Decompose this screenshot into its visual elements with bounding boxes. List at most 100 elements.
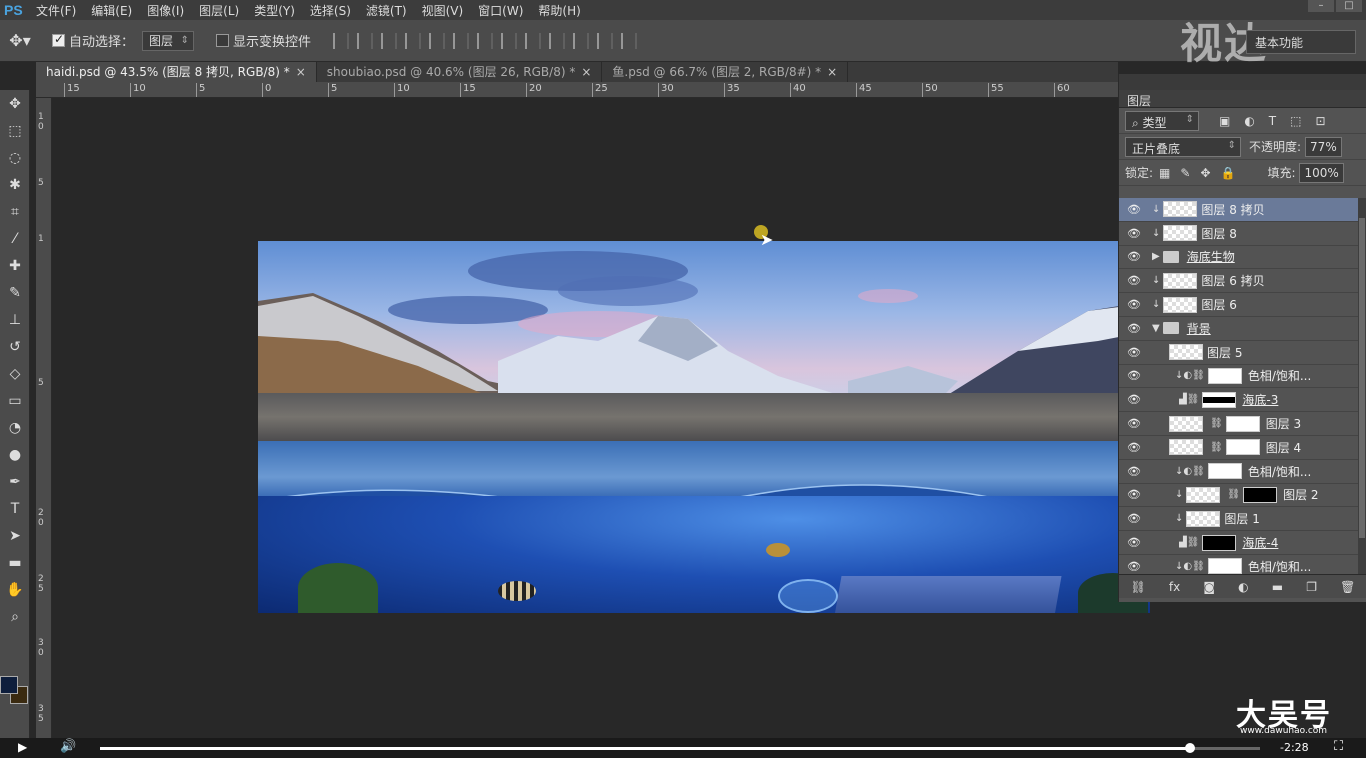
blur-tool-icon[interactable]: ◔ <box>0 414 30 441</box>
shape-tool-icon[interactable]: ▬ <box>0 549 30 576</box>
progress-knob[interactable] <box>1185 743 1196 753</box>
layer-row[interactable]: 👁 ↓ ⛓ 图层 2 <box>1119 484 1359 508</box>
eye-icon[interactable]: 👁 <box>1119 250 1149 263</box>
align-left-icon[interactable] <box>405 32 422 49</box>
scroll-thumb[interactable] <box>1359 218 1365 538</box>
layer-row[interactable]: 👁 ↓ 图层 8 拷贝 <box>1119 198 1359 222</box>
type-tool-icon[interactable]: T <box>0 495 30 522</box>
close-icon[interactable]: × <box>581 65 591 79</box>
layer-row[interactable]: 👁 ⛓ 图层 3 <box>1119 412 1359 436</box>
minimize-button[interactable]: – <box>1308 0 1334 12</box>
eye-icon[interactable]: 👁 <box>1119 417 1149 430</box>
maximize-button[interactable]: □ <box>1336 0 1362 12</box>
fullscreen-icon[interactable]: ⛶ <box>1334 739 1343 754</box>
adjustment-layer-row[interactable]: 👁 ↓◐⛓ 色相/饱和... <box>1119 555 1359 574</box>
menu-window[interactable]: 窗口(W) <box>478 2 523 19</box>
align-vcenter-icon[interactable] <box>357 32 374 49</box>
hand-tool-icon[interactable]: ✋ <box>0 576 30 603</box>
close-icon[interactable]: × <box>827 65 837 79</box>
pen-tool-icon[interactable]: ✒ <box>0 468 30 495</box>
layer-group-row[interactable]: 👁 ▼ 背景 <box>1119 317 1359 341</box>
menu-help[interactable]: 帮助(H) <box>538 2 580 19</box>
eye-icon[interactable]: 👁 <box>1119 393 1149 406</box>
history-brush-icon[interactable]: ↺ <box>0 333 30 360</box>
eye-icon[interactable]: 👁 <box>1119 346 1149 359</box>
progress-track[interactable] <box>100 743 1260 753</box>
delete-layer-icon[interactable]: 🗑 <box>1340 580 1355 594</box>
eye-icon[interactable]: 👁 <box>1119 203 1149 216</box>
magic-wand-icon[interactable]: ✱ <box>0 171 30 198</box>
add-mask-icon[interactable]: ◙ <box>1203 580 1215 594</box>
menu-filter[interactable]: 滤镜(T) <box>366 2 407 19</box>
layer-row[interactable]: 👁 ↓ 图层 8 <box>1119 222 1359 246</box>
layer-group-row[interactable]: 👁 ▶ 海底生物 <box>1119 246 1359 270</box>
menu-file[interactable]: 文件(F) <box>36 2 76 19</box>
distribute-right-icon[interactable] <box>597 32 614 49</box>
layers-scrollbar[interactable] <box>1358 198 1366 574</box>
align-hcenter-icon[interactable] <box>429 32 446 49</box>
menu-layer[interactable]: 图层(L) <box>199 2 239 19</box>
eye-icon[interactable]: 👁 <box>1119 465 1149 478</box>
eye-icon[interactable]: 👁 <box>1119 536 1149 549</box>
eye-icon[interactable]: 👁 <box>1119 274 1149 287</box>
eye-icon[interactable]: 👁 <box>1119 512 1149 525</box>
layer-row[interactable]: 👁 ⛓ 图层 4 <box>1119 436 1359 460</box>
distribute-hcenter-icon[interactable] <box>573 32 590 49</box>
expand-arrow-icon[interactable]: ▶ <box>1152 251 1160 262</box>
move-tool-icon[interactable]: ✥▾ <box>0 31 40 50</box>
eyedropper-icon[interactable]: ⁄ <box>0 225 30 252</box>
link-layers-icon[interactable]: ⛓ <box>1131 580 1146 594</box>
gradient-tool-icon[interactable]: ▭ <box>0 387 30 414</box>
eye-icon[interactable]: 👁 <box>1119 560 1149 573</box>
layer-row[interactable]: 👁 图层 5 <box>1119 341 1359 365</box>
healing-brush-icon[interactable]: ✚ <box>0 252 30 279</box>
auto-select-dropdown[interactable]: 图层 <box>142 30 195 51</box>
move-tool-icon[interactable]: ✥ <box>0 90 30 117</box>
distribute-top-icon[interactable] <box>477 32 494 49</box>
filter-icons[interactable]: ▣◐T⬚⊡ <box>1219 114 1340 128</box>
menu-edit[interactable]: 编辑(E) <box>91 2 132 19</box>
adjustment-layer-row[interactable]: 👁 ▟⛓ 海底-4 <box>1119 531 1359 555</box>
lasso-tool-icon[interactable]: ◌ <box>0 144 30 171</box>
eraser-icon[interactable]: ◇ <box>0 360 30 387</box>
tab-haidi[interactable]: haidi.psd @ 43.5% (图层 8 拷贝, RGB/8) * × <box>36 62 317 82</box>
align-right-icon[interactable] <box>453 32 470 49</box>
volume-icon[interactable]: 🔊 <box>60 739 76 754</box>
eye-icon[interactable]: 👁 <box>1119 369 1149 382</box>
eye-icon[interactable]: 👁 <box>1119 441 1149 454</box>
adjustment-layer-row[interactable]: 👁 ▟⛓ 海底-3 <box>1119 388 1359 413</box>
opacity-input[interactable]: 77% <box>1305 136 1342 157</box>
menu-type[interactable]: 类型(Y) <box>254 2 295 19</box>
dodge-tool-icon[interactable]: ● <box>0 441 30 468</box>
distribute-bottom-icon[interactable] <box>525 32 542 49</box>
eye-icon[interactable]: 👁 <box>1119 322 1149 335</box>
eye-icon[interactable]: 👁 <box>1119 227 1149 240</box>
lock-icons[interactable]: ▦✎✥🔒 <box>1159 166 1245 180</box>
menu-image[interactable]: 图像(I) <box>147 2 184 19</box>
layer-row[interactable]: 👁 ↓ 图层 1 <box>1119 507 1359 532</box>
tab-shoubiao[interactable]: shoubiao.psd @ 40.6% (图层 26, RGB/8) * × <box>317 62 603 82</box>
document-canvas[interactable] <box>258 241 1150 613</box>
new-group-icon[interactable]: ▬ <box>1272 580 1283 594</box>
path-select-icon[interactable]: ➤ <box>0 522 30 549</box>
adjustment-layer-row[interactable]: 👁 ↓◐⛓ 色相/饱和... <box>1119 365 1359 389</box>
eye-icon[interactable]: 👁 <box>1119 488 1149 501</box>
fx-icon[interactable]: fx <box>1169 580 1180 594</box>
layer-row[interactable]: 👁 ↓ 图层 6 <box>1119 293 1359 317</box>
distribute-left-icon[interactable] <box>549 32 566 49</box>
blend-mode-dropdown[interactable]: 正片叠底 <box>1125 136 1241 157</box>
stamp-tool-icon[interactable]: ⊥ <box>0 306 30 333</box>
marquee-tool-icon[interactable]: ⬚ <box>0 117 30 144</box>
close-icon[interactable]: × <box>296 65 306 79</box>
auto-align-icon[interactable] <box>621 32 638 49</box>
tab-yu[interactable]: 鱼.psd @ 66.7% (图层 2, RGB/8#) * × <box>602 62 849 82</box>
adjustment-layer-icon[interactable]: ◐ <box>1238 580 1248 594</box>
crop-tool-icon[interactable]: ⌗ <box>0 198 30 225</box>
align-top-icon[interactable] <box>333 32 350 49</box>
new-layer-icon[interactable]: ❐ <box>1306 580 1317 594</box>
menu-select[interactable]: 选择(S) <box>310 2 351 19</box>
layer-row[interactable]: 👁 ↓ 图层 6 拷贝 <box>1119 269 1359 294</box>
collapse-arrow-icon[interactable]: ▼ <box>1152 323 1160 334</box>
menu-view[interactable]: 视图(V) <box>422 2 464 19</box>
eye-icon[interactable]: 👁 <box>1119 298 1149 311</box>
